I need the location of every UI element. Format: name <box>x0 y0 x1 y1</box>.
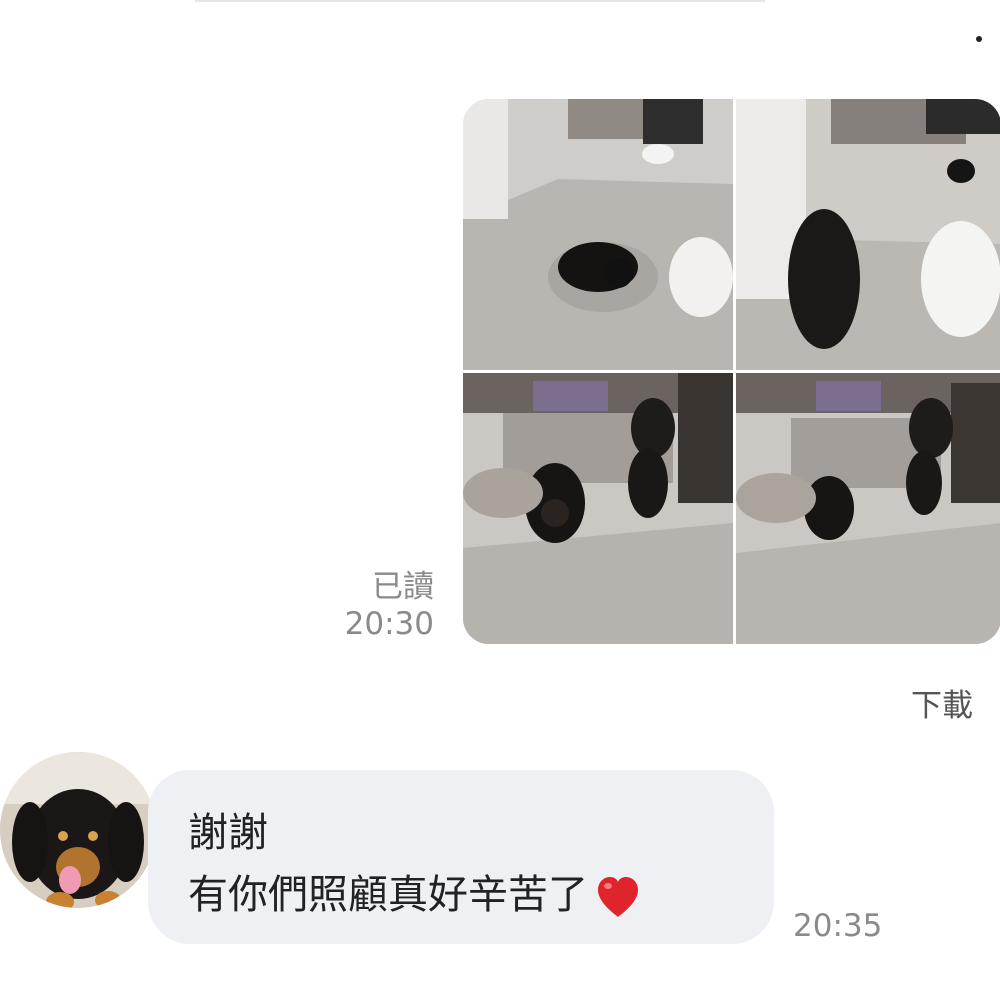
download-button[interactable]: 下載 <box>911 680 973 725</box>
message-text: 有你們照顧真好辛苦了 <box>188 872 588 918</box>
reply-time: 20:35 <box>793 908 883 944</box>
message-bubble[interactable]: 謝謝 有你們照顧真好辛苦了 <box>148 770 774 944</box>
photo-tile-2[interactable] <box>736 99 1000 370</box>
photo-tile-3[interactable] <box>463 373 733 644</box>
heart-emoji-icon <box>594 873 642 921</box>
top-divider <box>195 0 765 2</box>
photo-tile-1[interactable] <box>463 99 733 370</box>
photo-grid[interactable] <box>463 99 1000 644</box>
read-status: 已讀 <box>372 569 434 605</box>
message-time: 20:30 <box>344 606 434 642</box>
photo-tile-4[interactable] <box>736 373 1000 644</box>
message-text-line-1: 謝謝 <box>188 810 268 856</box>
avatar[interactable] <box>0 752 156 908</box>
status-dot <box>976 36 982 42</box>
message-text-line-2: 有你們照顧真好辛苦了 <box>188 862 642 921</box>
